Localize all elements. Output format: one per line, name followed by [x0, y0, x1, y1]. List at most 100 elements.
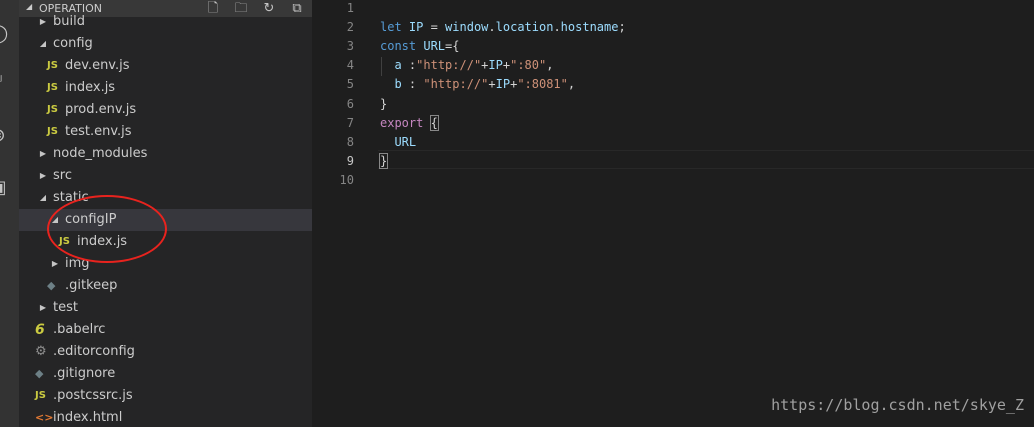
tree-item-label: .gitkeep [65, 278, 118, 293]
code-line[interactable]: b : "http://"+IP+":8081", [380, 75, 575, 94]
code-editor[interactable]: 1 2 3 4 5 6 7 8 9 10 let IP = window.location.hos… [312, 0, 1034, 427]
folder-build[interactable]: ▶ build [19, 11, 312, 33]
code-token: a [380, 58, 409, 73]
tree-item-label: index.js [77, 234, 128, 249]
activity-bar: ◯ ⑂ ⊜ ▣ [0, 0, 19, 427]
code-line[interactable]: export { [380, 114, 439, 133]
tree-item-label: img [65, 256, 90, 271]
code-token: "http://" [416, 58, 482, 73]
current-line-highlight [378, 150, 1034, 169]
js-file-icon: JS [35, 390, 46, 401]
file-editorconfig[interactable]: ⚙ .editorconfig [19, 341, 312, 363]
extensions-icon[interactable]: ▣ [0, 178, 8, 198]
code-token: . [488, 20, 496, 35]
code-token: IP [495, 77, 511, 92]
code-line[interactable]: let IP = window.location.hostname; [380, 18, 626, 37]
cfg-file-icon: ⚙ [35, 344, 47, 359]
file-prod-env-js[interactable]: JS prod.env.js [19, 99, 312, 121]
file-gitignore[interactable]: ◆ .gitignore [19, 363, 312, 385]
html-file-icon: <> [35, 411, 54, 424]
folder-img[interactable]: ▶ img [19, 253, 312, 275]
code-token: . [553, 20, 561, 35]
folder-config[interactable]: ◢ config [19, 33, 312, 55]
tree-item-label: node_modules [53, 146, 148, 161]
collapse-section-icon[interactable]: ◢ [26, 2, 32, 11]
line-number: 2 [346, 20, 354, 35]
folder-node-modules[interactable]: ▶ node_modules [19, 143, 312, 165]
chevron-right-icon[interactable]: ▶ [38, 16, 48, 28]
code-token: const [380, 39, 424, 54]
folder-src[interactable]: ▶ src [19, 165, 312, 187]
folder-test[interactable]: ▶ test [19, 297, 312, 319]
tree-item-label: configIP [65, 212, 117, 227]
code-token: hostname [560, 20, 619, 35]
line-number: 4 [346, 58, 354, 73]
code-token: IP [408, 20, 424, 35]
chevron-right-icon[interactable]: ▶ [38, 302, 48, 314]
js-file-icon: JS [47, 104, 58, 115]
folder-configip[interactable]: ◢ configIP [19, 209, 312, 231]
code-token: : [408, 77, 424, 92]
code-line[interactable]: } [380, 95, 387, 114]
chevron-right-icon[interactable]: ▶ [50, 258, 60, 270]
code-line[interactable]: a :"http://"+IP+":80", [380, 56, 553, 75]
file-postcssrc-js[interactable]: JS .postcssrc.js [19, 385, 312, 407]
watermark: https://blog.csdn.net/skye_Z [771, 396, 1024, 414]
chevron-right-icon[interactable]: ▶ [38, 148, 48, 160]
code-token: location [495, 20, 554, 35]
file-index-html[interactable]: <> index.html [19, 407, 312, 427]
git-file-icon: ◆ [47, 279, 56, 292]
code-token: ":8081" [517, 77, 568, 92]
code-token: , [546, 58, 554, 73]
tree-item-label: build [53, 14, 85, 29]
line-number: 1 [346, 1, 354, 15]
code-token: export [380, 115, 431, 130]
file-index-js[interactable]: JS index.js [19, 77, 312, 99]
source-control-icon[interactable]: ⑂ [0, 72, 8, 92]
line-number: 9 [346, 153, 354, 168]
line-number: 5 [346, 77, 354, 92]
code-token: , [567, 77, 576, 92]
explorer-sidebar: ◢ OPERATION 🗋 🗀 ↻ ⧉ ▶ build ◢ config JS dev.e… [19, 0, 312, 427]
file-dev-env-js[interactable]: JS dev.env.js [19, 55, 312, 77]
code-token: let [380, 20, 409, 35]
git-file-icon: ◆ [35, 367, 44, 380]
file-gitkeep[interactable]: ◆ .gitkeep [19, 275, 312, 297]
code-token: window [445, 20, 489, 35]
code-token: ":80" [510, 58, 547, 73]
code-token: = [423, 20, 446, 35]
babel-file-icon: 6 [35, 322, 45, 338]
folder-static[interactable]: ◢ static [19, 187, 312, 209]
code-token: URL [423, 39, 446, 54]
debug-icon[interactable]: ⊜ [0, 126, 8, 146]
tree-item-label: .babelrc [53, 322, 106, 337]
chevron-down-icon[interactable]: ◢ [38, 192, 48, 204]
code-line[interactable]: URL [380, 133, 416, 152]
tree-item-label: src [53, 168, 72, 183]
line-number: 7 [346, 115, 354, 130]
tree-item-label: dev.env.js [65, 58, 130, 73]
js-file-icon: JS [47, 60, 58, 71]
file-babelrc[interactable]: 6 .babelrc [19, 319, 312, 341]
js-file-icon: JS [47, 82, 58, 93]
tree-item-label: static [53, 190, 89, 205]
code-token: } [380, 96, 388, 111]
code-line[interactable]: const URL={ [380, 37, 460, 56]
js-file-icon: JS [59, 236, 70, 247]
code-token: ={ [445, 39, 460, 54]
chevron-down-icon[interactable]: ◢ [38, 38, 48, 50]
tree-item-label: test.env.js [65, 124, 132, 139]
chevron-down-icon[interactable]: ◢ [50, 214, 60, 226]
search-icon[interactable]: ◯ [0, 24, 8, 44]
code-line[interactable]: } [378, 152, 389, 171]
tree-item-label: .postcssrc.js [53, 388, 133, 403]
file-index-js[interactable]: JS index.js [19, 231, 312, 253]
tree-item-label: .gitignore [53, 366, 116, 381]
code-token: ; [618, 20, 626, 35]
tree-item-label: prod.env.js [65, 102, 137, 117]
chevron-right-icon[interactable]: ▶ [38, 170, 48, 182]
code-token: "http://" [423, 77, 489, 92]
file-test-env-js[interactable]: JS test.env.js [19, 121, 312, 143]
line-number: 10 [339, 172, 354, 187]
line-number: 3 [346, 39, 354, 54]
